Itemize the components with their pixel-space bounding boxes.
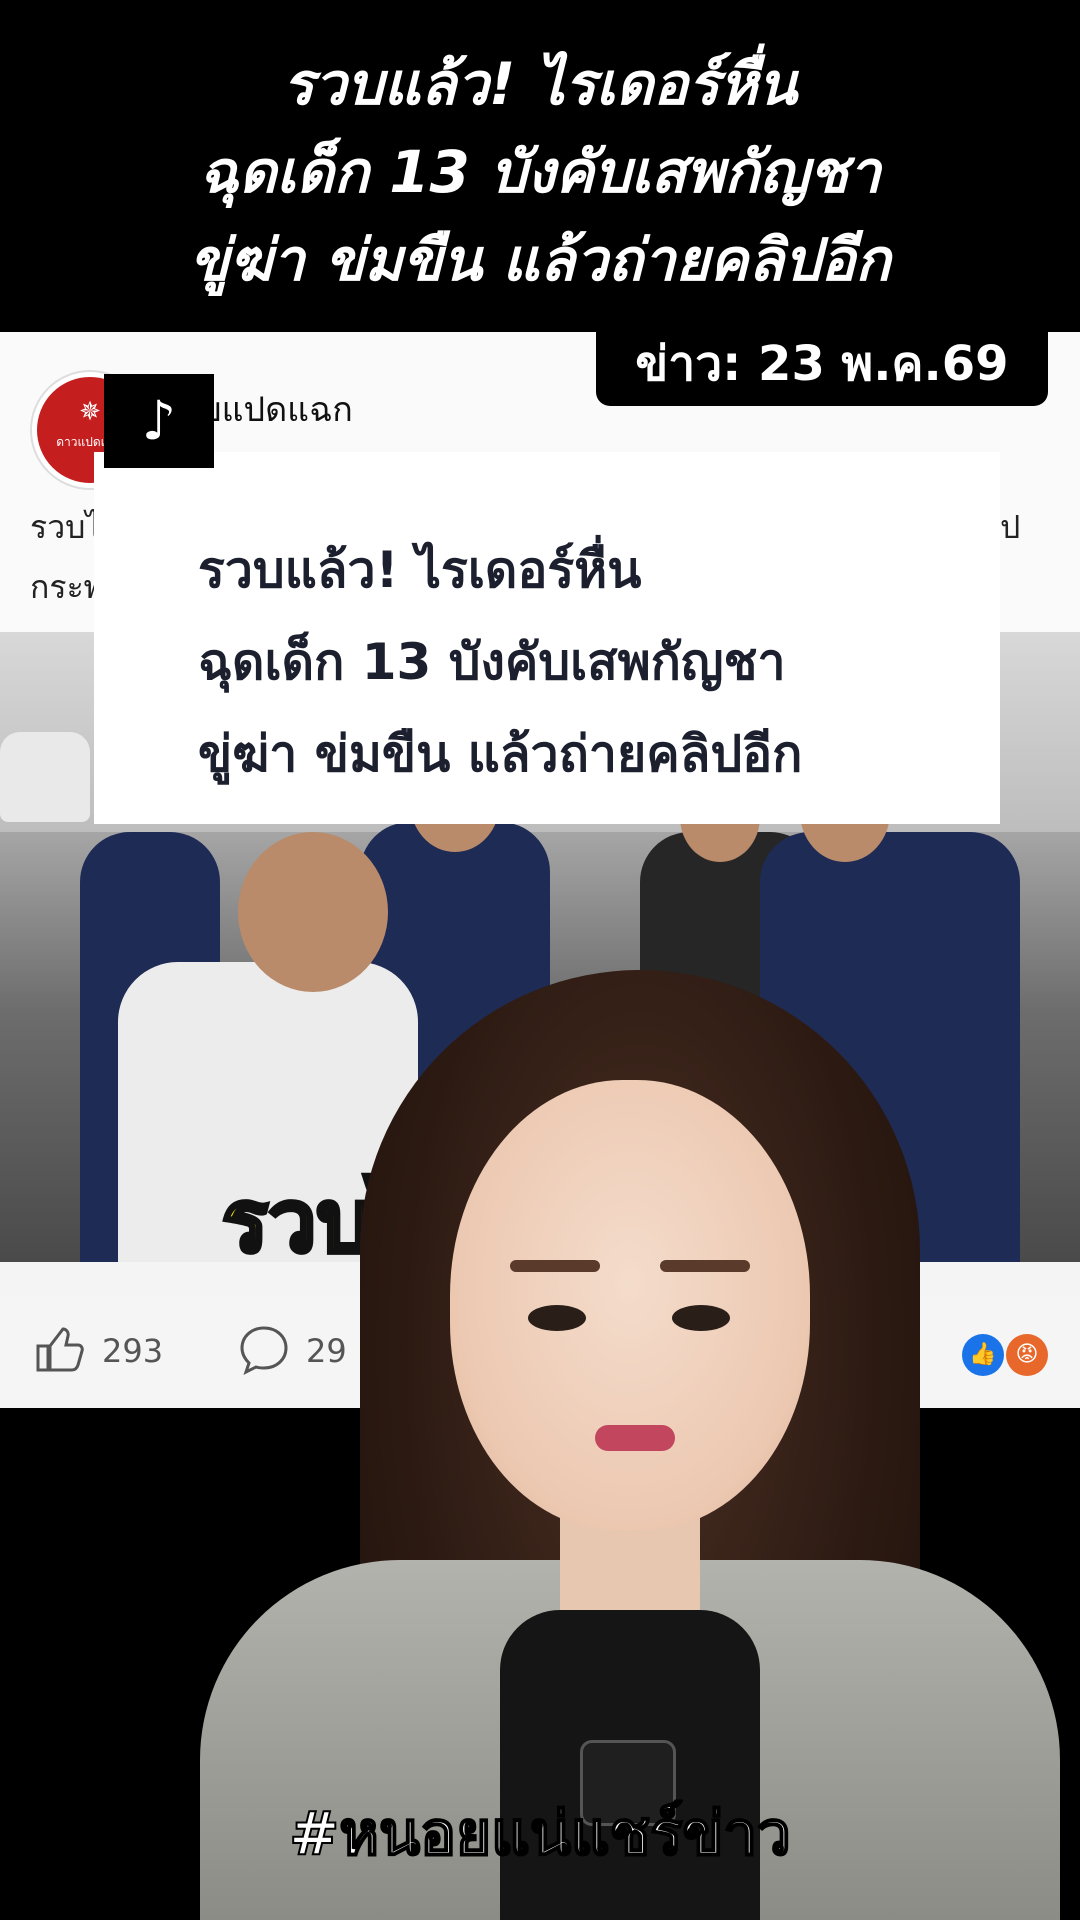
page-name[interactable]: บแปดแฉก — [200, 382, 353, 436]
lips — [595, 1425, 675, 1451]
headline-text: รวบแล้ว! ไรเดอร์หื่น ฉุดเด็ก 13 บังคับเส… — [0, 40, 1080, 304]
post-text-line-1: รวบไ — [30, 508, 102, 546]
like-count: 293 — [102, 1332, 164, 1370]
right-eye — [672, 1305, 730, 1331]
headline-line-3: ขู่ฆ่า ข่มขืน แล้วถ่ายคลิปอีก — [189, 226, 891, 294]
overlay-headline: รวบแล้ว! ไรเดอร์หื่น ฉุดเด็ก 13 บังคับเส… — [198, 524, 802, 800]
left-eye — [528, 1305, 586, 1331]
thumbs-up-icon[interactable] — [34, 1324, 84, 1374]
tiktok-logo-icon: ♪ — [104, 374, 214, 468]
presenter-face — [450, 1080, 810, 1530]
overlay-line-3: ขู่ฆ่า ข่มขืน แล้วถ่ายคลิปอีก — [198, 725, 803, 783]
headline-banner: รวบแล้ว! ไรเดอร์หื่น ฉุดเด็ก 13 บังคับเส… — [0, 0, 1080, 332]
hashtag-caption: #หนอยแน่แชร์ข่าว — [288, 1798, 792, 1870]
headline-line-1: รวบแล้ว! ไรเดอร์หื่น — [282, 50, 798, 118]
suspect-head — [238, 832, 388, 992]
left-eyebrow — [510, 1260, 600, 1272]
overlay-line-1: รวบแล้ว! ไรเดอร์หื่น — [198, 541, 642, 599]
presenter — [200, 970, 1060, 1920]
news-date-badge: ข่าว: 23 พ.ค.69 — [596, 326, 1048, 406]
post-text-fragment: ป — [1000, 508, 1021, 546]
right-eyebrow — [660, 1260, 750, 1272]
overlay-line-2: ฉุดเด็ก 13 บังคับเสพกัญชา — [198, 633, 786, 691]
parked-car — [0, 732, 90, 822]
headline-line-2: ฉุดเด็ก 13 บังคับเสพกัญชา — [199, 138, 881, 206]
headline-overlay-card: รวบแล้ว! ไรเดอร์หื่น ฉุดเด็ก 13 บังคับเส… — [94, 452, 1000, 824]
